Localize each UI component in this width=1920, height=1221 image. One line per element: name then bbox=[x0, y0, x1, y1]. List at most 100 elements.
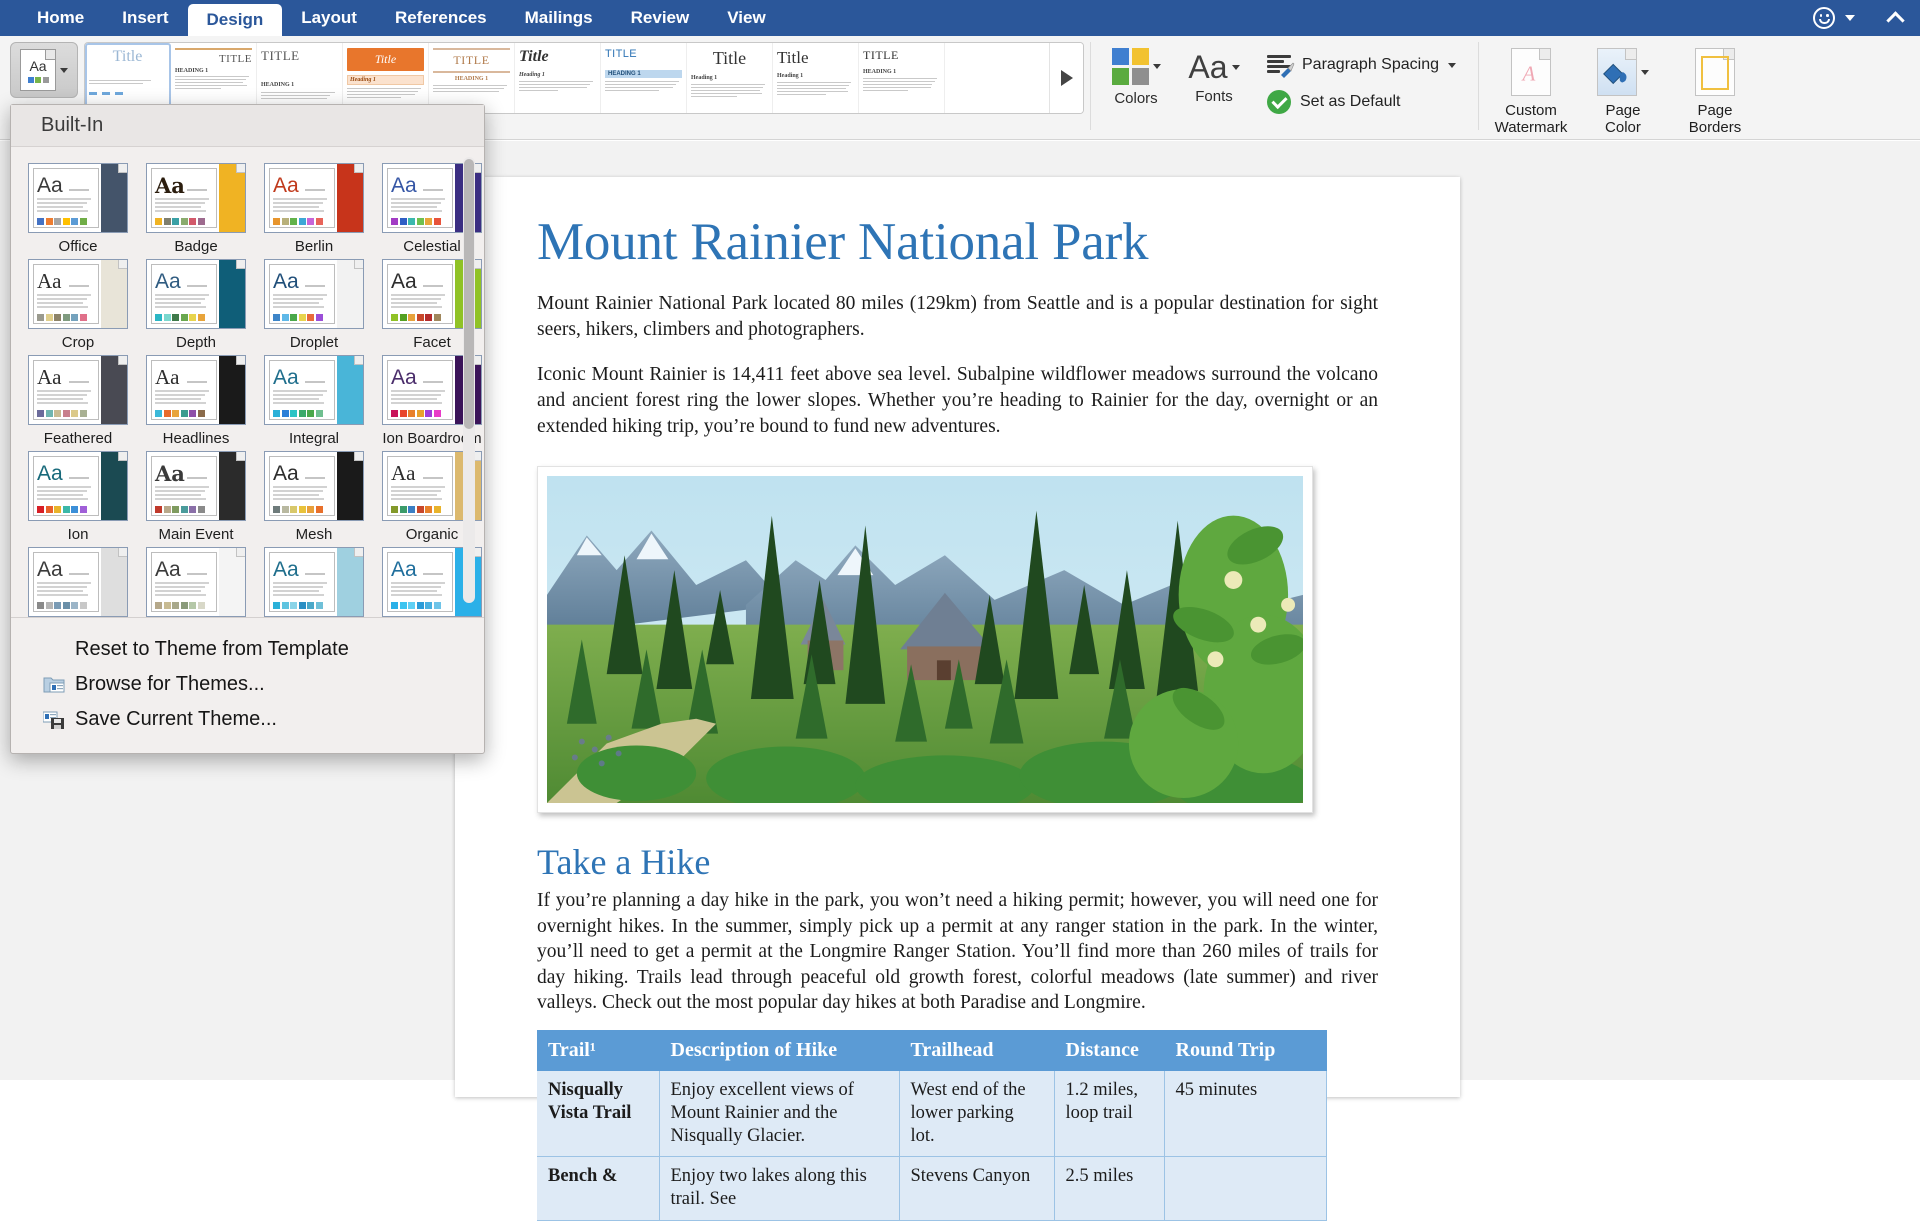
chevron-up-icon[interactable] bbox=[1886, 10, 1905, 30]
theme-thumbnail[interactable]: Aa bbox=[28, 259, 128, 329]
themes-grid-scroll-area[interactable]: Aa Office Aa Badge Aa Berlin Aa Celestial Aa Crop… bbox=[11, 147, 484, 617]
theme-thumbnail[interactable]: Aa bbox=[146, 259, 246, 329]
style-set-item[interactable]: TITLE HEADING 1 bbox=[257, 43, 343, 113]
themes-dropdown-panel[interactable]: Built-In Aa Office Aa Badge Aa Berlin Aa Celest… bbox=[10, 104, 485, 754]
theme-name-label: Ion bbox=[67, 526, 89, 543]
theme-thumbnail[interactable]: Aa bbox=[146, 355, 246, 425]
style-set-title: TITLE bbox=[261, 48, 300, 63]
theme-item[interactable]: Aa Crop bbox=[23, 259, 133, 351]
style-set-item[interactable]: Title bbox=[85, 43, 171, 113]
theme-thumbnail[interactable]: Aa bbox=[264, 547, 364, 617]
page-color-label: Page Color bbox=[1605, 102, 1641, 137]
theme-item[interactable]: Aa Feathered bbox=[23, 355, 133, 447]
menu-item-browse-for-themes[interactable]: Browse for Themes... bbox=[11, 667, 484, 702]
custom-watermark-button[interactable]: A Custom Watermark bbox=[1485, 46, 1577, 137]
style-set-item[interactable]: Title Heading 1 bbox=[773, 43, 859, 113]
tab-insert[interactable]: Insert bbox=[103, 0, 187, 36]
set-as-default-button[interactable]: Set as Default bbox=[1267, 90, 1456, 114]
green-check-icon bbox=[1267, 90, 1291, 114]
theme-aa-sample: Aa bbox=[37, 365, 62, 389]
page-borders-button[interactable]: Page Borders bbox=[1669, 46, 1761, 137]
theme-thumbnail[interactable]: Aa bbox=[28, 547, 128, 617]
style-set-item[interactable]: Title Heading 1 bbox=[343, 43, 429, 113]
theme-thumbnail[interactable]: Aa bbox=[28, 451, 128, 521]
page-fold-icon bbox=[118, 452, 127, 461]
document-image-frame[interactable] bbox=[537, 466, 1313, 814]
fonts-button[interactable]: Aa Fonts bbox=[1175, 44, 1253, 114]
trails-table[interactable]: Trail¹ Description of Hike Trailhead Dis… bbox=[537, 1029, 1327, 1221]
theme-aa-sample: Aa bbox=[155, 173, 185, 198]
themes-grid[interactable]: Aa Office Aa Badge Aa Berlin Aa Celestial Aa Crop… bbox=[11, 155, 484, 617]
theme-thumbnail[interactable]: Aa bbox=[146, 451, 246, 521]
theme-color-swatches bbox=[391, 602, 441, 609]
style-set-item[interactable]: Title Heading 1 bbox=[515, 43, 601, 113]
theme-name-label: Depth bbox=[175, 334, 217, 351]
theme-thumbnail[interactable]: Aa bbox=[264, 355, 364, 425]
vertical-scrollbar[interactable] bbox=[463, 157, 475, 603]
paragraph-spacing-button[interactable]: Paragraph Spacing bbox=[1267, 54, 1456, 78]
theme-thumbnail[interactable]: Aa bbox=[264, 451, 364, 521]
theme-aa-sample: Aa bbox=[391, 558, 417, 581]
colors-label: Colors bbox=[1114, 90, 1158, 107]
document-page[interactable]: Mount Rainier National Park Mount Rainie… bbox=[455, 177, 1460, 1221]
page-color-button[interactable]: Page Color bbox=[1577, 46, 1669, 137]
caret-down-icon[interactable] bbox=[1640, 69, 1649, 75]
tab-home[interactable]: Home bbox=[18, 0, 103, 36]
caret-down-icon[interactable] bbox=[1152, 64, 1161, 69]
style-set-title: Title bbox=[712, 48, 747, 68]
theme-thumbnail[interactable]: Aa bbox=[28, 355, 128, 425]
caret-down-icon[interactable] bbox=[1845, 15, 1855, 21]
style-set-heading: Heading 1 bbox=[519, 72, 545, 78]
tab-review[interactable]: Review bbox=[612, 0, 709, 36]
tab-mailings[interactable]: Mailings bbox=[506, 0, 612, 36]
theme-item[interactable]: AaParcel bbox=[141, 547, 251, 617]
scrollbar-thumb[interactable] bbox=[464, 159, 474, 429]
theme-item[interactable]: AaQuotable bbox=[259, 547, 369, 617]
tab-layout[interactable]: Layout bbox=[282, 0, 376, 36]
style-gallery-next-button[interactable] bbox=[1049, 43, 1083, 113]
theme-item[interactable]: Aa Droplet bbox=[259, 259, 369, 351]
theme-item[interactable]: Aa Berlin bbox=[259, 163, 369, 255]
style-set-item[interactable]: TITLE HEADING 1 bbox=[859, 43, 945, 113]
style-set-item[interactable]: TITLE HEADING 1 bbox=[601, 43, 687, 113]
theme-item[interactable]: Aa Depth bbox=[141, 259, 251, 351]
tab-view[interactable]: View bbox=[708, 0, 784, 36]
spacer-icon bbox=[43, 640, 65, 659]
theme-item[interactable]: Aa Office bbox=[23, 163, 133, 255]
menu-item-reset-to-theme[interactable]: Reset to Theme from Template bbox=[11, 632, 484, 667]
theme-thumbnail[interactable]: Aa bbox=[264, 163, 364, 233]
style-set-item[interactable]: TITLE HEADING 1 bbox=[171, 43, 257, 113]
style-set-item[interactable]: TITLE HEADING 1 bbox=[429, 43, 515, 113]
theme-aa-sample: Aa bbox=[391, 366, 417, 389]
theme-thumbnail[interactable]: Aa bbox=[146, 547, 246, 617]
tab-design[interactable]: Design bbox=[187, 4, 283, 36]
theme-rule-line bbox=[305, 573, 325, 575]
themes-footer-menu[interactable]: Reset to Theme from Template Browse for … bbox=[11, 617, 484, 753]
chevron-down-icon[interactable] bbox=[60, 67, 68, 73]
table-row[interactable]: Nisqually Vista Trail Enjoy excellent vi… bbox=[537, 1070, 1327, 1158]
theme-item[interactable]: Aa Main Event bbox=[141, 451, 251, 543]
theme-thumbnail[interactable]: Aa bbox=[264, 259, 364, 329]
themes-button[interactable]: Aa bbox=[10, 42, 78, 98]
style-set-heading: HEADING 1 bbox=[261, 82, 295, 88]
theme-item[interactable]: Aa Integral bbox=[259, 355, 369, 447]
theme-item[interactable]: Aa Mesh bbox=[259, 451, 369, 543]
theme-body-lines bbox=[37, 390, 91, 406]
theme-thumbnail[interactable]: Aa bbox=[28, 163, 128, 233]
smiley-feedback-icon[interactable] bbox=[1813, 7, 1835, 29]
tab-references[interactable]: References bbox=[376, 0, 506, 36]
table-row[interactable]: Bench & Enjoy two lakes along this trail… bbox=[537, 1156, 1327, 1221]
theme-item[interactable]: AaParallax bbox=[23, 547, 133, 617]
theme-thumbnail[interactable]: Aa bbox=[146, 163, 246, 233]
theme-item[interactable]: Aa Badge bbox=[141, 163, 251, 255]
theme-item[interactable]: Aa Headlines bbox=[141, 355, 251, 447]
caret-down-icon[interactable] bbox=[1447, 62, 1456, 68]
theme-item[interactable]: Aa Ion bbox=[23, 451, 133, 543]
style-set-item[interactable]: Title Heading 1 bbox=[687, 43, 773, 113]
cw-line1: Custom bbox=[1505, 102, 1557, 119]
style-set-title: TITLE bbox=[863, 48, 899, 62]
colors-button[interactable]: Colors bbox=[1097, 44, 1175, 114]
theme-name-label: Main Event bbox=[158, 526, 234, 543]
menu-item-save-current-theme[interactable]: Save Current Theme... bbox=[11, 702, 484, 737]
caret-down-icon[interactable] bbox=[1231, 64, 1240, 70]
